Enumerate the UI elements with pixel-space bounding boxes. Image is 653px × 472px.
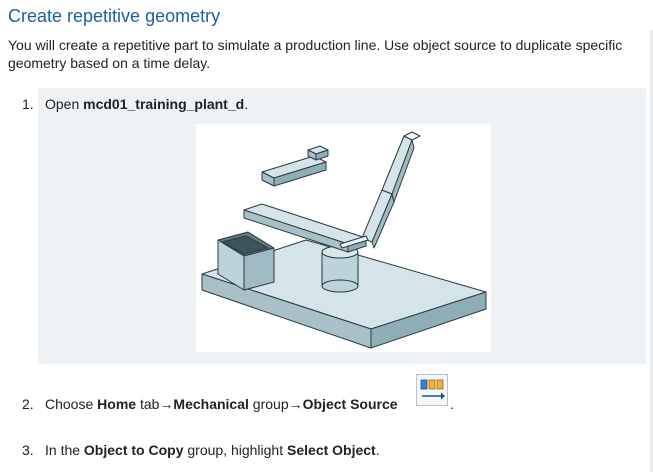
step-number: 2. bbox=[22, 396, 34, 412]
step-2-group-text: group→ bbox=[248, 396, 303, 412]
step-3-text: In the Object to Copy group, highlight S… bbox=[45, 441, 380, 459]
step-3-suffix: . bbox=[375, 442, 380, 458]
step-2-suffix: . bbox=[450, 396, 454, 412]
object-to-copy-label: Object to Copy bbox=[83, 442, 184, 458]
step-1-prefix: Open bbox=[45, 96, 84, 112]
step-3-middle: group, highlight bbox=[183, 442, 288, 458]
step-1-suffix: . bbox=[244, 96, 249, 112]
step-2-tab-text: tab→ bbox=[136, 396, 174, 412]
page-title: Create repetitive geometry bbox=[8, 6, 221, 26]
file-name: mcd01_training_plant_d bbox=[83, 96, 245, 112]
step-2-text: Choose Home tab→Mechanical group→Object … bbox=[45, 395, 398, 413]
select-object-label: Select Object bbox=[287, 442, 376, 458]
object-source-icon bbox=[416, 374, 448, 406]
step-3-prefix: In the bbox=[45, 442, 84, 458]
object-source-label: Object Source bbox=[302, 396, 398, 412]
step-number: 1. bbox=[22, 96, 34, 112]
step-number: 3. bbox=[22, 442, 34, 458]
mechanical-group-label: Mechanical bbox=[173, 396, 249, 412]
home-tab-label: Home bbox=[97, 396, 137, 412]
assembly-model-image bbox=[196, 124, 491, 352]
step-2-prefix: Choose bbox=[45, 396, 98, 412]
intro-paragraph: You will create a repetitive part to sim… bbox=[8, 37, 623, 71]
step-1-text: Open mcd01_training_plant_d. bbox=[45, 95, 248, 113]
